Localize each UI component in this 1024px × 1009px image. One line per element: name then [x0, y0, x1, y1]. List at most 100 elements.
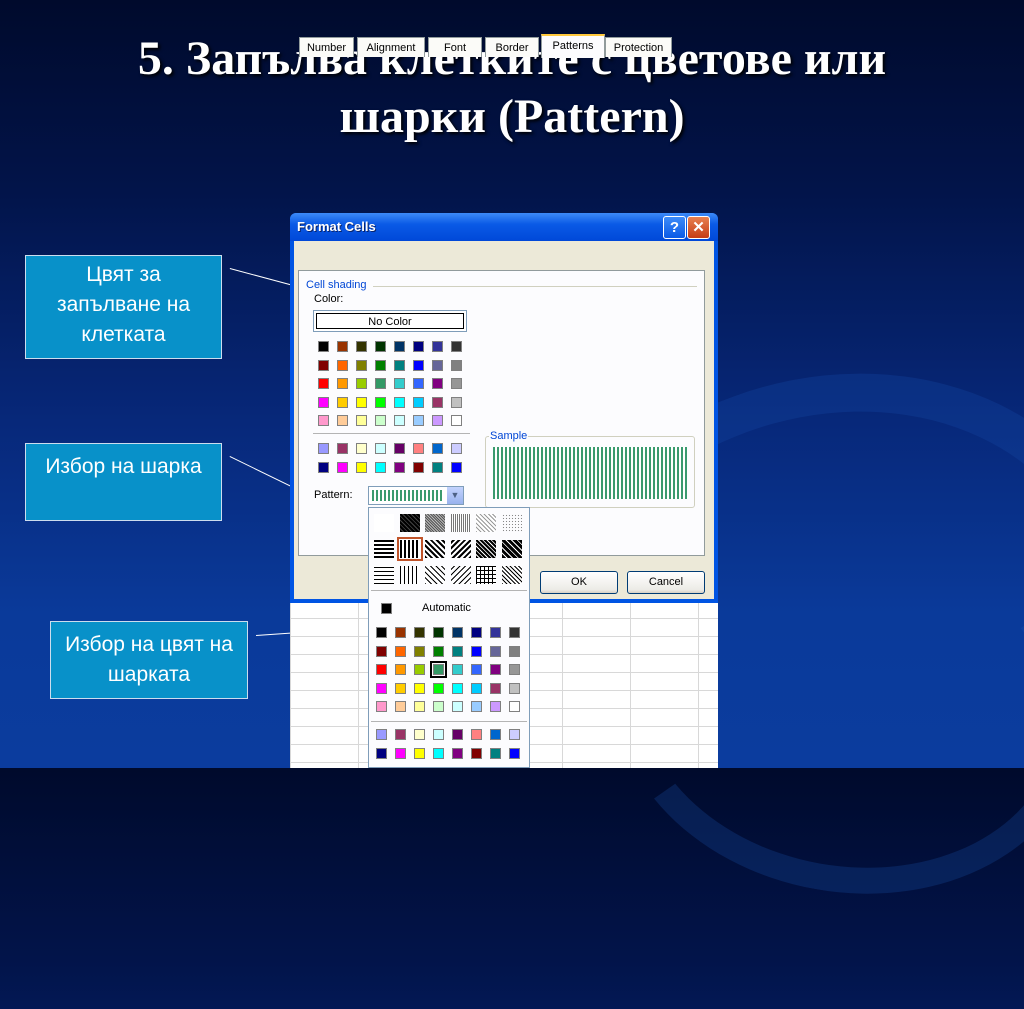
pattern-option[interactable]	[425, 540, 445, 558]
color-swatch[interactable]	[432, 461, 443, 473]
color-swatch[interactable]	[356, 415, 367, 426]
color-swatch[interactable]	[471, 664, 482, 675]
color-swatch[interactable]	[433, 682, 444, 694]
tab-protection[interactable]: Protection	[605, 37, 672, 57]
color-swatch[interactable]	[452, 729, 463, 740]
color-swatch[interactable]	[490, 729, 501, 740]
color-swatch[interactable]	[432, 378, 443, 389]
pattern-option[interactable]	[501, 514, 522, 532]
color-swatch[interactable]	[337, 415, 348, 426]
color-swatch[interactable]	[451, 443, 462, 454]
color-swatch[interactable]	[490, 664, 501, 675]
color-swatch[interactable]	[432, 341, 443, 352]
color-swatch[interactable]	[471, 682, 482, 694]
color-swatch[interactable]	[490, 627, 501, 638]
color-swatch[interactable]	[337, 461, 348, 473]
color-swatch[interactable]	[430, 661, 447, 678]
color-swatch[interactable]	[433, 729, 444, 740]
tab-number[interactable]: Number	[299, 37, 354, 57]
color-swatch[interactable]	[413, 443, 424, 454]
color-swatch[interactable]	[413, 341, 424, 352]
color-swatch[interactable]	[452, 701, 463, 712]
color-swatch[interactable]	[413, 415, 424, 426]
pattern-option[interactable]	[374, 566, 394, 584]
no-color-button[interactable]: No Color	[313, 310, 467, 332]
tab-patterns[interactable]: Patterns	[541, 34, 605, 58]
color-swatch[interactable]	[318, 415, 329, 426]
color-swatch[interactable]	[356, 461, 367, 473]
color-swatch[interactable]	[395, 729, 406, 740]
color-swatch[interactable]	[337, 359, 348, 371]
color-swatch[interactable]	[452, 664, 463, 675]
color-swatch[interactable]	[376, 729, 387, 740]
color-swatch[interactable]	[471, 645, 482, 657]
color-swatch[interactable]	[433, 747, 444, 759]
color-swatch[interactable]	[375, 378, 386, 389]
color-swatch[interactable]	[337, 341, 348, 352]
color-swatch[interactable]	[414, 645, 425, 657]
color-swatch[interactable]	[376, 747, 387, 759]
pattern-option[interactable]	[374, 540, 394, 558]
color-swatch[interactable]	[451, 359, 462, 371]
color-swatch[interactable]	[337, 378, 348, 389]
tab-font[interactable]: Font	[428, 37, 482, 57]
color-swatch[interactable]	[376, 682, 387, 694]
color-swatch[interactable]	[414, 747, 425, 759]
color-swatch[interactable]	[433, 645, 444, 657]
color-swatch[interactable]	[395, 627, 406, 638]
color-swatch[interactable]	[414, 627, 425, 638]
chevron-down-icon[interactable]: ▼	[447, 487, 463, 504]
automatic-swatch[interactable]	[381, 603, 392, 614]
color-swatch[interactable]	[432, 359, 443, 371]
cancel-button[interactable]: Cancel	[627, 571, 705, 594]
color-swatch[interactable]	[375, 443, 386, 454]
color-swatch[interactable]	[395, 747, 406, 759]
color-swatch[interactable]	[471, 701, 482, 712]
color-swatch[interactable]	[432, 415, 443, 426]
color-swatch[interactable]	[318, 443, 329, 454]
color-swatch[interactable]	[509, 645, 520, 657]
color-swatch[interactable]	[356, 341, 367, 352]
ok-button[interactable]: OK	[540, 571, 618, 594]
color-swatch[interactable]	[452, 627, 463, 638]
color-swatch[interactable]	[375, 341, 386, 352]
color-swatch[interactable]	[490, 747, 501, 759]
color-swatch[interactable]	[509, 729, 520, 740]
color-swatch[interactable]	[337, 443, 348, 454]
tab-alignment[interactable]: Alignment	[357, 37, 425, 57]
color-swatch[interactable]	[394, 396, 405, 408]
color-swatch[interactable]	[375, 415, 386, 426]
pattern-option[interactable]	[450, 540, 471, 558]
color-swatch[interactable]	[414, 682, 425, 694]
color-swatch[interactable]	[432, 396, 443, 408]
color-swatch[interactable]	[451, 341, 462, 352]
color-swatch[interactable]	[509, 701, 520, 712]
color-swatch[interactable]	[375, 359, 386, 371]
color-swatch[interactable]	[509, 664, 520, 675]
color-swatch[interactable]	[433, 701, 444, 712]
color-swatch[interactable]	[451, 378, 462, 389]
pattern-option-selected[interactable]	[396, 537, 423, 561]
color-swatch[interactable]	[432, 443, 443, 454]
color-swatch[interactable]	[452, 645, 463, 657]
color-swatch[interactable]	[452, 682, 463, 694]
color-swatch[interactable]	[356, 359, 367, 371]
color-swatch[interactable]	[490, 682, 501, 694]
pattern-option[interactable]	[476, 514, 496, 532]
automatic-option[interactable]: Automatic	[422, 602, 471, 614]
help-button[interactable]: ?	[663, 216, 686, 239]
color-swatch[interactable]	[394, 415, 405, 426]
color-swatch[interactable]	[471, 747, 482, 759]
color-swatch[interactable]	[413, 461, 424, 473]
pattern-option[interactable]	[450, 514, 471, 532]
pattern-option[interactable]	[425, 566, 445, 584]
color-swatch[interactable]	[394, 341, 405, 352]
pattern-option[interactable]	[501, 540, 522, 558]
pattern-option[interactable]	[425, 514, 445, 532]
color-swatch[interactable]	[337, 396, 348, 408]
color-swatch[interactable]	[394, 378, 405, 389]
color-swatch[interactable]	[413, 378, 424, 389]
color-swatch[interactable]	[490, 645, 501, 657]
color-swatch[interactable]	[376, 701, 387, 712]
color-swatch[interactable]	[471, 729, 482, 740]
